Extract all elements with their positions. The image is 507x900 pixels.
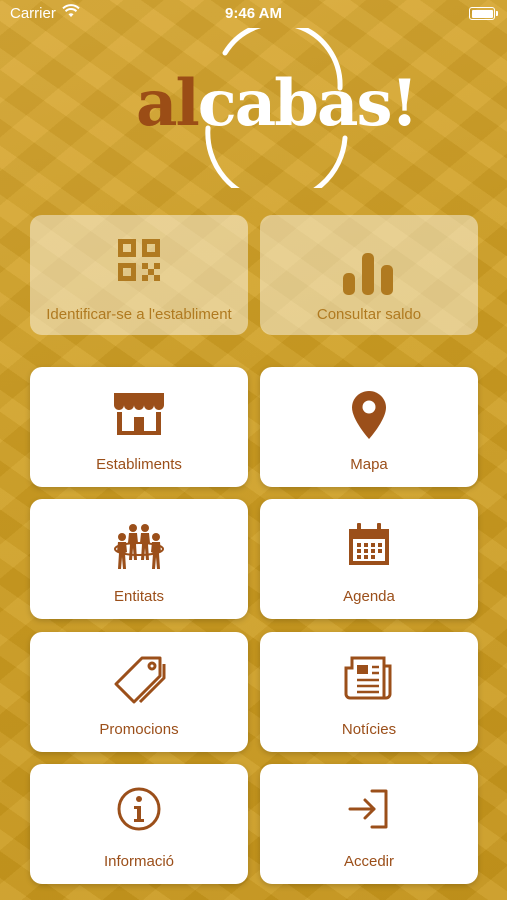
- map-pin-icon: [260, 389, 478, 441]
- tag-icon: [30, 654, 248, 704]
- community-icon: [30, 521, 248, 571]
- tile-label: Mapa: [350, 456, 388, 473]
- tile-informacio[interactable]: Informació: [30, 764, 248, 884]
- tile-promocions[interactable]: Promocions: [30, 632, 248, 752]
- logo-wordmark: alcabas!: [136, 66, 419, 141]
- qr-code-icon: [30, 237, 248, 283]
- calendar-icon: [260, 521, 478, 569]
- storefront-icon: [30, 389, 248, 437]
- info-icon: [30, 786, 248, 832]
- status-bar: Carrier 9:46 AM: [0, 0, 507, 28]
- logo-al: al: [136, 66, 200, 141]
- tile-label: Informació: [103, 853, 175, 870]
- tile-noticies[interactable]: Notícies: [260, 632, 478, 752]
- login-icon: [260, 786, 478, 832]
- tile-label: Accedir: [343, 853, 395, 870]
- tile-label: Consultar saldo: [316, 306, 422, 323]
- tile-agenda[interactable]: Agenda: [260, 499, 478, 619]
- tile-label: Promocions: [99, 721, 179, 738]
- tile-entitats[interactable]: Entitats: [30, 499, 248, 619]
- tile-accedir[interactable]: Accedir: [260, 764, 478, 884]
- tile-consultar-saldo[interactable]: Consultar saldo: [260, 215, 478, 335]
- newspaper-icon: [260, 654, 478, 702]
- tile-mapa[interactable]: Mapa: [260, 367, 478, 487]
- tile-label: Agenda: [343, 588, 395, 605]
- tile-label: Entitats: [113, 588, 165, 605]
- tile-identificar[interactable]: Identificar-se a l'establiment: [30, 215, 248, 335]
- tile-label: Identificar-se a l'establiment: [46, 306, 232, 323]
- logo-cabas: cabas!: [197, 66, 419, 141]
- battery-icon: [469, 7, 498, 20]
- tile-label: Establiments: [96, 456, 182, 473]
- app-logo: alcabas!: [130, 28, 419, 188]
- tile-establiments[interactable]: Establiments: [30, 367, 248, 487]
- clock: 9:46 AM: [225, 5, 282, 22]
- tile-label: Notícies: [341, 721, 397, 738]
- bar-chart-icon: [260, 251, 478, 295]
